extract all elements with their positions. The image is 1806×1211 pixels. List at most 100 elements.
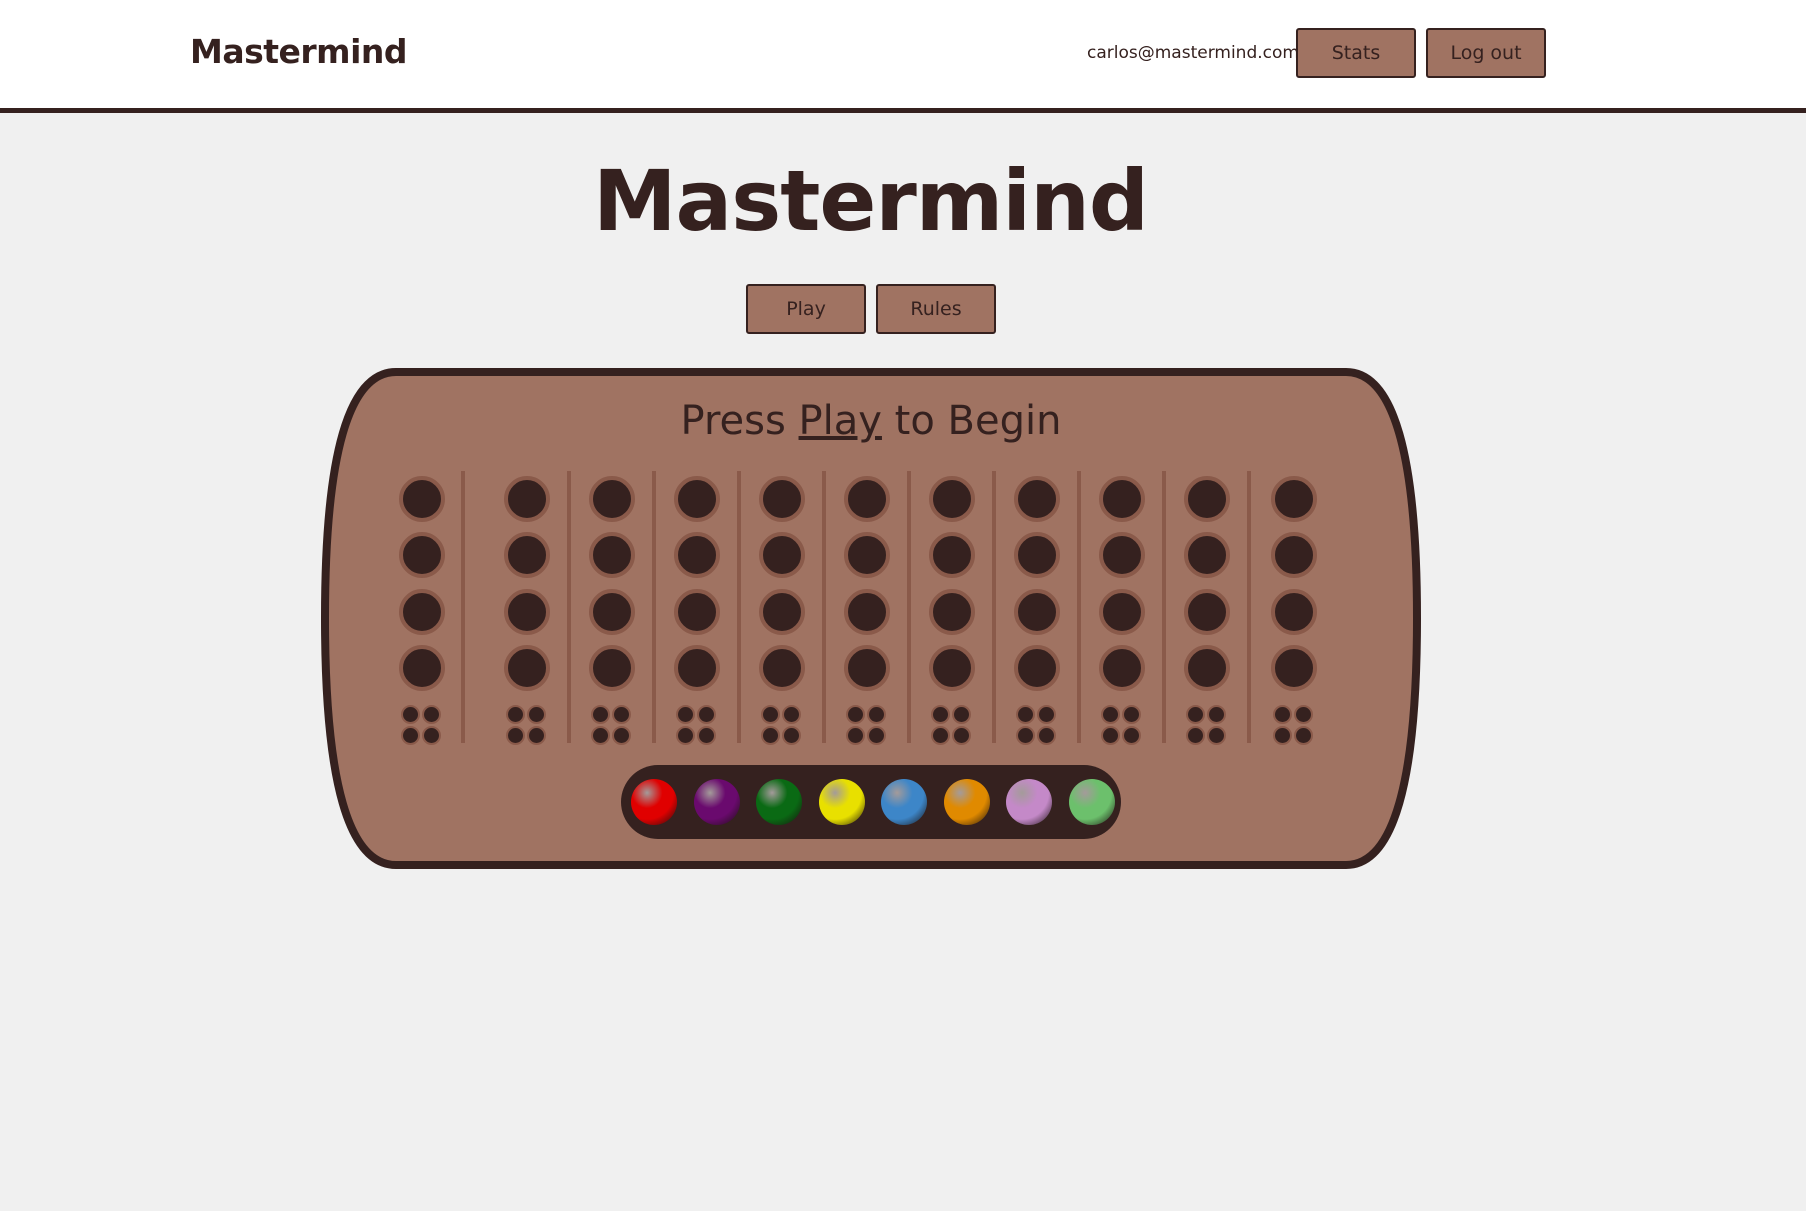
column-divider	[822, 471, 826, 743]
peg-hole[interactable]	[674, 532, 720, 578]
color-ball-light-green[interactable]	[1068, 779, 1115, 825]
peg-hole[interactable]	[1099, 645, 1145, 691]
peg-hole[interactable]	[929, 645, 975, 691]
color-ball-red[interactable]	[631, 779, 677, 825]
peg-hole[interactable]	[929, 589, 975, 635]
guess-column	[929, 476, 975, 745]
peg-hole[interactable]	[399, 589, 445, 635]
feedback-peg-hole	[1207, 705, 1226, 724]
feedback-peg-hole	[1273, 726, 1292, 745]
peg-hole[interactable]	[589, 645, 635, 691]
rules-button[interactable]: Rules	[876, 284, 996, 334]
color-ball-lilac[interactable]	[1006, 779, 1052, 825]
prompt-text-after: to Begin	[881, 398, 1062, 444]
peg-hole[interactable]	[504, 645, 550, 691]
peg-hole[interactable]	[674, 645, 720, 691]
peg-hole[interactable]	[759, 532, 805, 578]
guess-column	[399, 476, 445, 745]
peg-hole[interactable]	[1271, 589, 1317, 635]
feedback-peg-hole	[676, 726, 695, 745]
peg-hole[interactable]	[844, 589, 890, 635]
peg-hole[interactable]	[674, 589, 720, 635]
feedback-peg-hole	[952, 705, 971, 724]
play-button[interactable]: Play	[746, 284, 866, 334]
peg-hole[interactable]	[1184, 476, 1230, 522]
guess-column	[759, 476, 805, 745]
feedback-peg-hole	[591, 726, 610, 745]
feedback-peg-hole	[527, 726, 546, 745]
feedback-pegs	[1101, 705, 1143, 747]
column-divider	[652, 471, 656, 743]
peg-hole[interactable]	[844, 476, 890, 522]
peg-hole[interactable]	[589, 476, 635, 522]
guess-column	[1099, 476, 1145, 745]
peg-hole[interactable]	[929, 476, 975, 522]
feedback-peg-hole	[422, 705, 441, 724]
color-ball-purple[interactable]	[693, 779, 740, 825]
feedback-pegs	[591, 705, 633, 747]
brand-logo[interactable]: Mastermind	[190, 32, 408, 71]
column-divider	[1162, 471, 1166, 743]
color-ball-green[interactable]	[756, 779, 802, 825]
peg-hole[interactable]	[399, 532, 445, 578]
peg-hole[interactable]	[589, 532, 635, 578]
feedback-peg-hole	[1294, 705, 1313, 724]
column-divider	[1077, 471, 1081, 743]
feedback-peg-hole	[761, 726, 780, 745]
feedback-peg-hole	[782, 726, 801, 745]
feedback-peg-hole	[846, 705, 865, 724]
prompt-play-link[interactable]: Play	[799, 398, 882, 444]
guess-column	[1184, 476, 1230, 745]
peg-hole[interactable]	[1271, 645, 1317, 691]
feedback-peg-hole	[506, 705, 525, 724]
user-email: carlos@mastermind.com	[1087, 43, 1299, 63]
logout-button[interactable]: Log out	[1426, 28, 1546, 78]
feedback-peg-hole	[591, 705, 610, 724]
peg-hole[interactable]	[844, 645, 890, 691]
feedback-peg-hole	[1122, 705, 1141, 724]
peg-hole[interactable]	[504, 532, 550, 578]
peg-hole[interactable]	[1014, 645, 1060, 691]
peg-hole[interactable]	[504, 476, 550, 522]
peg-hole[interactable]	[674, 476, 720, 522]
peg-hole[interactable]	[399, 645, 445, 691]
guess-column	[504, 476, 550, 745]
feedback-pegs	[846, 705, 888, 747]
feedback-peg-hole	[612, 726, 631, 745]
peg-hole[interactable]	[1184, 589, 1230, 635]
peg-hole[interactable]	[1271, 532, 1317, 578]
peg-hole[interactable]	[1014, 532, 1060, 578]
peg-hole[interactable]	[844, 532, 890, 578]
peg-hole[interactable]	[1014, 589, 1060, 635]
peg-hole[interactable]	[1099, 532, 1145, 578]
peg-hole[interactable]	[399, 476, 445, 522]
feedback-peg-hole	[527, 705, 546, 724]
peg-hole[interactable]	[1014, 476, 1060, 522]
feedback-peg-hole	[401, 705, 420, 724]
peg-hole[interactable]	[929, 532, 975, 578]
peg-hole[interactable]	[1099, 589, 1145, 635]
peg-hole[interactable]	[1184, 645, 1230, 691]
peg-hole[interactable]	[1099, 476, 1145, 522]
color-ball-blue[interactable]	[881, 779, 927, 825]
feedback-pegs	[1186, 705, 1228, 747]
stats-button[interactable]: Stats	[1296, 28, 1416, 78]
guess-column	[844, 476, 890, 745]
feedback-peg-hole	[931, 726, 950, 745]
feedback-peg-hole	[676, 705, 695, 724]
peg-hole[interactable]	[1271, 476, 1317, 522]
color-tray	[621, 765, 1121, 839]
feedback-peg-hole	[1037, 705, 1056, 724]
column-divider	[992, 471, 996, 743]
color-ball-yellow[interactable]	[818, 779, 865, 825]
peg-hole[interactable]	[759, 589, 805, 635]
feedback-peg-hole	[931, 705, 950, 724]
peg-hole[interactable]	[1184, 532, 1230, 578]
peg-hole[interactable]	[759, 476, 805, 522]
color-ball-orange[interactable]	[943, 779, 990, 825]
peg-hole[interactable]	[759, 645, 805, 691]
peg-hole[interactable]	[504, 589, 550, 635]
feedback-peg-hole	[1122, 726, 1141, 745]
peg-hole[interactable]	[589, 589, 635, 635]
feedback-pegs	[1016, 705, 1058, 747]
